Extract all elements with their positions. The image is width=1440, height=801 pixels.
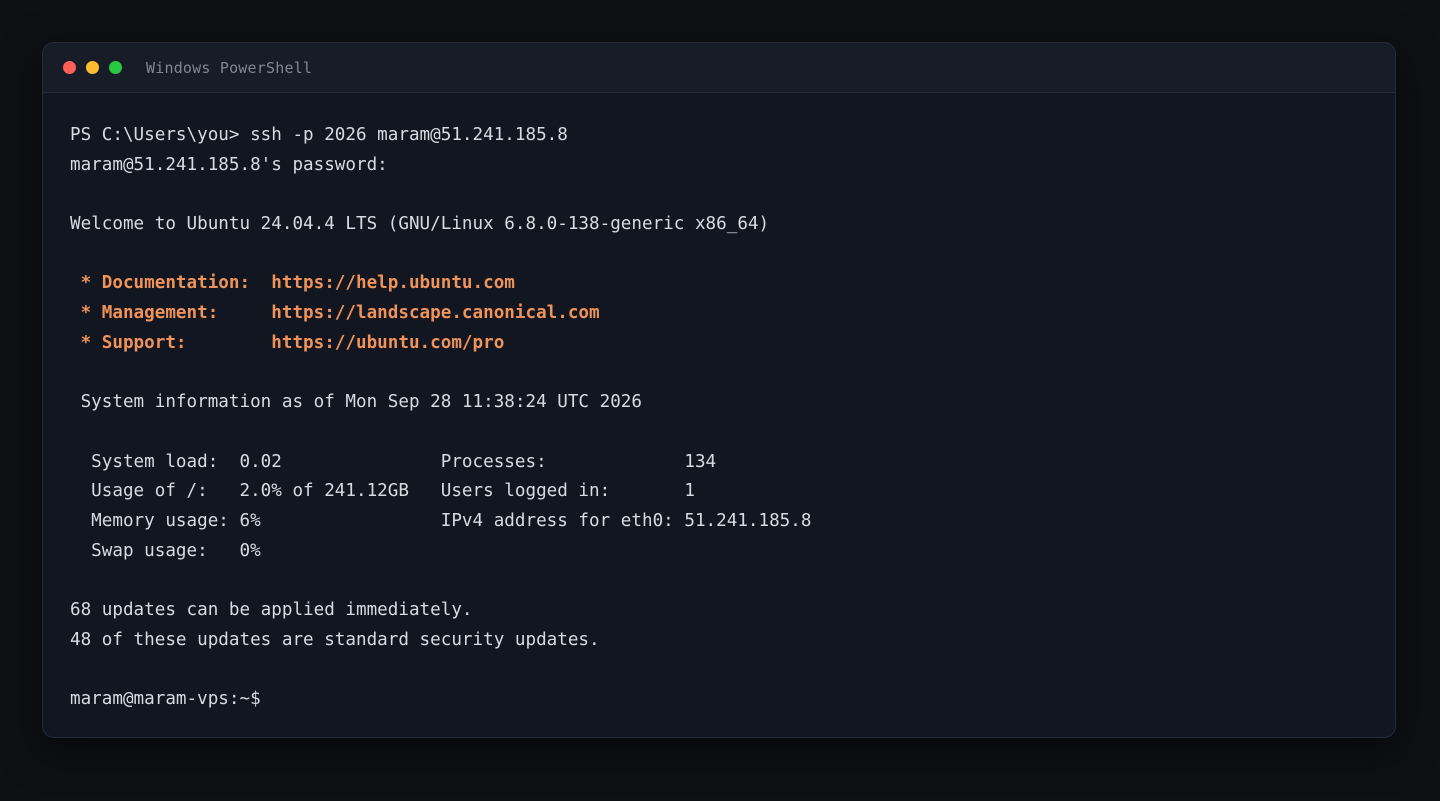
terminal-output[interactable]: PS C:\Users\you> ssh -p 2026 maram@51.24… bbox=[43, 93, 1395, 715]
terminal-line: Memory usage: 6% IPv4 address for eth0: … bbox=[70, 510, 812, 531]
terminal-line: PS C:\Users\you> ssh -p 2026 maram@51.24… bbox=[70, 125, 568, 145]
terminal-line: * Management: https://landscape.canonica… bbox=[70, 303, 600, 324]
terminal-line: Swap usage: 0% bbox=[70, 540, 261, 561]
terminal-line: Usage of /: 2.0% of 241.12GB Users logge… bbox=[70, 481, 695, 502]
terminal-line: Welcome to Ubuntu 24.04.4 LTS (GNU/Linux… bbox=[70, 214, 770, 235]
title-bar: Windows PowerShell bbox=[43, 43, 1395, 93]
terminal-line: System load: 0.02 Processes: 134 bbox=[70, 451, 717, 472]
terminal-line: maram@51.241.185.8's password: bbox=[70, 154, 388, 175]
terminal-line: System information as of Mon Sep 28 11:3… bbox=[70, 392, 642, 413]
shell-prompt[interactable]: maram@maram-vps:~$ bbox=[70, 685, 1395, 715]
terminal-line: * Support: https://ubuntu.com/pro bbox=[70, 332, 505, 353]
window-title: Windows PowerShell bbox=[146, 58, 313, 77]
terminal-line: 48 of these updates are standard securit… bbox=[70, 629, 600, 650]
terminal-line: * Documentation: https://help.ubuntu.com bbox=[70, 273, 515, 294]
terminal-window: Windows PowerShell PS C:\Users\you> ssh … bbox=[42, 42, 1396, 738]
close-button[interactable] bbox=[63, 61, 76, 74]
maximize-button[interactable] bbox=[109, 61, 122, 74]
terminal-line: 68 updates can be applied immediately. bbox=[70, 600, 473, 620]
minimize-button[interactable] bbox=[86, 61, 99, 74]
